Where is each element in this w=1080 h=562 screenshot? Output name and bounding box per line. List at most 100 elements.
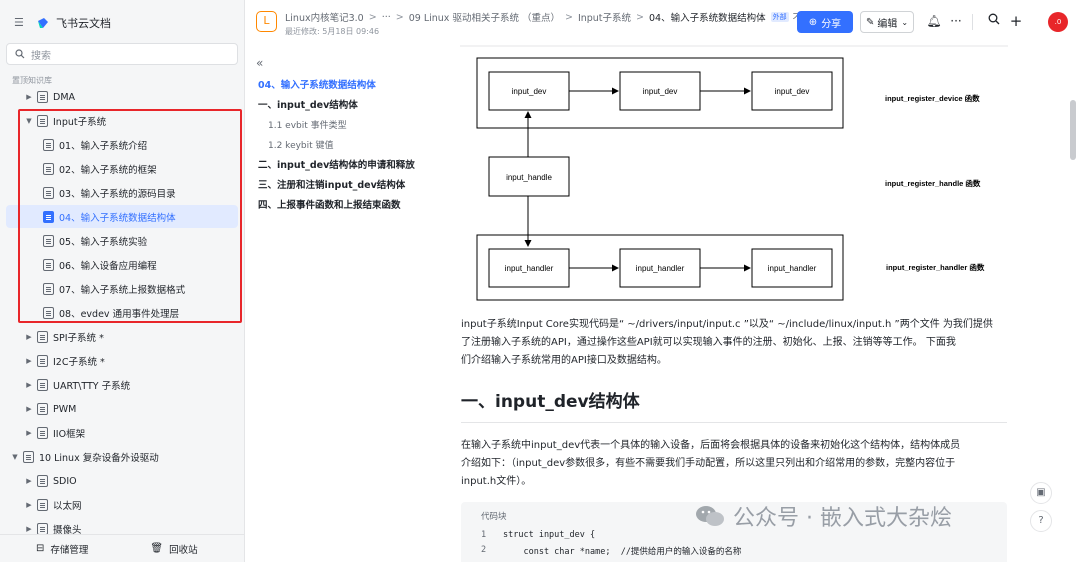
caret-right-icon[interactable]: ▶ <box>24 405 34 413</box>
edit-button[interactable]: ✎ 编辑 ⌄ <box>860 11 914 33</box>
doc-icon <box>37 475 48 487</box>
tree-item[interactable]: ▶ SDIO <box>0 470 245 492</box>
bell-icon[interactable]: 🔔︎ <box>926 13 942 29</box>
code-line: const char *name; //提供给用户的输入设备的名称 <box>503 547 742 557</box>
caret-right-icon[interactable]: ▶ <box>24 501 34 509</box>
table-of-contents: « 04、输入子系统数据结构体 一、input_dev结构体 1.1 evbit… <box>246 44 456 562</box>
input-subsystem-diagram: input_dev input_dev input_dev input_regi… <box>460 45 1008 301</box>
tree-item[interactable]: 03、输入子系统的源码目录 <box>0 182 245 204</box>
app-window: ☰ 飞书云文档 搜索 置顶知识库 ▶ DMA ▼ Input子系统 01、输入子系统… <box>0 0 1080 562</box>
collapse-toc-icon[interactable]: « <box>256 56 263 70</box>
code-line: struct input_dev { <box>503 530 596 540</box>
toc-item[interactable]: 1.2 keybit 键值 <box>268 138 334 151</box>
storage-button[interactable]: ⊟ 存储管理 <box>36 542 88 556</box>
breadcrumb-item[interactable]: Input子系统 <box>578 10 631 24</box>
caret-right-icon[interactable]: ▶ <box>24 525 34 533</box>
caret-right-icon[interactable]: ▶ <box>24 357 34 365</box>
caret-right-icon[interactable]: ▶ <box>24 333 34 341</box>
share-button[interactable]: ⊕ 分享 <box>797 11 853 33</box>
last-modified: 最近修改: 5月18日 09:46 <box>285 27 380 36</box>
toc-item[interactable]: 1.1 evbit 事件类型 <box>268 118 347 131</box>
comment-icon[interactable]: ▣ <box>1030 482 1052 504</box>
tree-item[interactable]: ▶ UART\TTY 子系统 <box>0 374 245 396</box>
doc-icon <box>37 115 48 127</box>
external-badge: 外部 <box>770 12 789 22</box>
section-label: 置顶知识库 <box>12 76 52 85</box>
tree-item[interactable]: 05、输入子系统实验 <box>0 230 245 252</box>
divider <box>972 14 973 30</box>
pencil-icon: ✎ <box>865 16 875 28</box>
caret-right-icon[interactable]: ▶ <box>24 93 34 101</box>
toc-item[interactable]: 一、input_dev结构体 <box>258 97 358 111</box>
toc-item[interactable]: 二、input_dev结构体的申请和释放 <box>258 157 415 171</box>
tree-item[interactable]: ▶ SPI子系统 * <box>0 326 245 348</box>
tree-item[interactable]: ▶ 以太网 <box>0 494 245 516</box>
diagram-caption: input_register_device 函数 <box>885 93 980 103</box>
tree-item[interactable]: ▼ 10 Linux 复杂设备外设驱动 <box>0 446 245 468</box>
trash-button[interactable]: 🗑 回收站 <box>150 542 197 556</box>
divider <box>461 422 1007 423</box>
code-block-label: 代码块 <box>481 512 507 522</box>
diagram-label: input_handler <box>505 264 554 273</box>
tree-item[interactable]: ▼ Input子系统 <box>0 110 245 132</box>
diagram-label: input_dev <box>775 87 810 96</box>
tree-item[interactable]: 06、输入设备应用编程 <box>0 254 245 276</box>
doc-icon <box>37 427 48 439</box>
caret-right-icon[interactable]: ▶ <box>24 477 34 485</box>
doc-header: L Linux内核笔记3.0 > ··· > 09 Linux 驱动相关子系统 （重… <box>246 0 1080 44</box>
scrollbar-thumb[interactable] <box>1070 100 1076 160</box>
avatar[interactable]: .0 <box>1048 12 1068 32</box>
tree-item[interactable]: ▶ I2C子系统 * <box>0 350 245 372</box>
doc-icon <box>37 379 48 391</box>
diagram-label: input_dev <box>512 87 547 96</box>
tree-item[interactable]: 01、输入子系统介绍 <box>0 134 245 156</box>
intro-paragraph: input子系统Input Core实现代码是“ ~/drivers/input… <box>461 319 993 366</box>
more-icon[interactable]: ··· <box>948 13 964 29</box>
diagram-label: input_handler <box>636 264 685 273</box>
line-number: 1 <box>481 530 487 540</box>
trash-icon: 🗑 <box>150 543 164 554</box>
tree-item[interactable]: 08、evdev 通用事件处理层 <box>0 302 245 324</box>
breadcrumb-current: 04、输入子系统数据结构体 <box>649 13 766 24</box>
app-name: 飞书云文档 <box>56 17 111 30</box>
search-input[interactable]: 搜索 <box>6 43 238 65</box>
tree-item[interactable]: ▶ DMA <box>0 86 245 108</box>
diagram-caption: input_register_handle 函数 <box>885 178 981 188</box>
search-icon <box>15 49 25 59</box>
tree-item[interactable]: 07、输入子系统上报数据格式 <box>0 278 245 300</box>
collapse-sidebar-icon[interactable]: ☰ <box>14 16 28 30</box>
tree-item[interactable]: ▶ PWM <box>0 398 245 420</box>
caret-down-icon[interactable]: ▼ <box>24 117 34 125</box>
caret-down-icon[interactable]: ▼ <box>10 453 20 461</box>
doc-icon <box>37 403 48 415</box>
search-placeholder: 搜索 <box>31 50 51 62</box>
toc-item[interactable]: 三、注册和注销input_dev结构体 <box>258 177 405 191</box>
doc-icon <box>37 355 48 367</box>
doc-icon <box>23 451 34 463</box>
search-icon[interactable] <box>986 13 1002 29</box>
diagram-label: input_dev <box>643 87 678 96</box>
tree-item-active[interactable]: 04、输入子系统数据结构体 <box>6 205 238 228</box>
section-heading: 一、input_dev结构体 <box>461 392 640 412</box>
feishu-logo-icon <box>38 18 48 28</box>
breadcrumb-item[interactable]: Linux内核笔记3.0 <box>285 10 364 24</box>
sidebar: ☰ 飞书云文档 搜索 置顶知识库 ▶ DMA ▼ Input子系统 01、输入子系统… <box>0 0 245 562</box>
doc-icon <box>43 163 54 175</box>
caret-right-icon[interactable]: ▶ <box>24 429 34 437</box>
add-icon[interactable]: + <box>1008 13 1024 29</box>
caret-right-icon[interactable]: ▶ <box>24 381 34 389</box>
line-number: 2 <box>481 545 487 555</box>
toc-item[interactable]: 四、上报事件函数和上报结束函数 <box>258 197 401 211</box>
breadcrumb-item[interactable]: 09 Linux 驱动相关子系统 （重点） <box>409 10 560 24</box>
tree-item[interactable]: ▶ IIO框架 <box>0 422 245 444</box>
sidebar-header: ☰ 飞书云文档 <box>14 13 111 33</box>
doc-icon <box>43 307 54 319</box>
globe-icon: ⊕ <box>808 16 818 28</box>
doc-icon <box>43 259 54 271</box>
help-icon[interactable]: ? <box>1030 510 1052 532</box>
toc-item[interactable]: 04、输入子系统数据结构体 <box>258 77 376 91</box>
doc-icon <box>43 283 54 295</box>
breadcrumb-more[interactable]: ··· <box>382 12 391 23</box>
tree-item[interactable]: 02、输入子系统的框架 <box>0 158 245 180</box>
wechat-icon <box>696 506 724 526</box>
